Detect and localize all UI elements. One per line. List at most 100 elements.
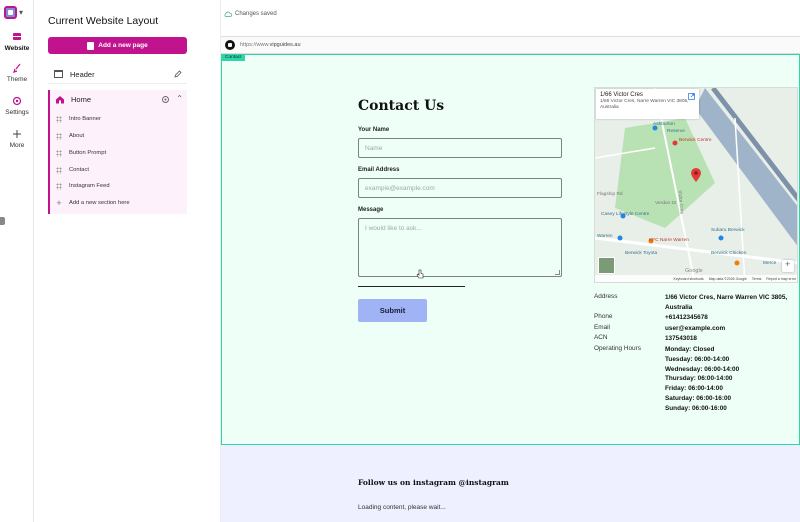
hours-line: Saturday: 06:00-16:00 (665, 394, 732, 402)
rail-item-website[interactable]: Website (0, 31, 34, 52)
map-place-address: 1/66 Victor Cres, Narre Warren VIC 3805,… (600, 99, 689, 110)
gear-icon (12, 96, 22, 106)
info-value: 1/66 Victor Cres, Narre Warren VIC 3805,… (665, 294, 788, 311)
info-key: Phone (594, 313, 613, 320)
drag-handle-icon[interactable] (56, 182, 62, 190)
map-pin-icon (691, 168, 701, 182)
rail-label: More (9, 142, 25, 149)
add-section-button[interactable]: + Add a new section here (50, 196, 187, 210)
map-footer-item[interactable]: Keyboard shortcuts (674, 277, 704, 281)
pencil-icon[interactable] (174, 70, 182, 78)
form-divider (358, 286, 465, 287)
map-label: Warren (597, 234, 613, 239)
header-icon (54, 70, 63, 78)
map-label: Casey Lifestyle Centre (601, 212, 650, 217)
map-label: Subaru Berwick (711, 228, 745, 233)
website-icon (13, 33, 21, 40)
drag-handle-icon[interactable] (56, 132, 62, 140)
left-rail: ▾ Website Theme Settings More (0, 0, 34, 522)
brush-icon (13, 63, 21, 73)
info-key: Address (594, 293, 618, 300)
instagram-loading-text: Loading content, please wait... (358, 504, 446, 511)
info-key: Operating Hours (594, 345, 641, 352)
map-footer: Keyboard shortcuts Map data ©2026 Google… (595, 275, 797, 282)
section-item-intro-banner[interactable]: Intro Banner (50, 112, 187, 126)
hours-line: Monday: Closed (665, 346, 715, 353)
email-input[interactable]: example@example.com (358, 178, 562, 198)
hours-line: Tuesday: 06:00-14:00 (665, 355, 730, 363)
map-label: KFC Narre Warren (649, 238, 689, 243)
section-label: Instagram Feed (69, 183, 110, 189)
map-label: Berwick Centre (679, 138, 712, 143)
site-favicon-icon (225, 40, 235, 50)
section-tag: Contact (222, 54, 245, 61)
section-item-about[interactable]: About (50, 129, 187, 143)
page-settings-icon[interactable] (161, 95, 170, 104)
save-status: Changes saved (224, 11, 277, 17)
map-label: Ashburton (653, 122, 675, 127)
map-label: Google (685, 268, 703, 274)
drag-handle-icon[interactable] (56, 149, 62, 157)
instagram-section[interactable]: Follow us on instagram @instagram Loadin… (221, 445, 800, 522)
section-item-instagram-feed[interactable]: Instagram Feed (50, 179, 187, 193)
contact-title: Contact Us (358, 98, 445, 114)
message-textarea[interactable]: I would like to ask... (358, 218, 562, 277)
info-key: ACN (594, 334, 608, 341)
resize-handle[interactable] (555, 270, 560, 275)
site-logo-icon (4, 5, 17, 19)
info-key: Email (594, 324, 610, 331)
rail-item-more[interactable]: More (0, 128, 34, 149)
map-label: Berwick Chicken (711, 251, 747, 256)
name-input[interactable]: Name (358, 138, 562, 158)
rail-item-settings[interactable]: Settings (0, 95, 34, 116)
drag-handle-icon[interactable] (56, 166, 62, 174)
save-status-text: Changes saved (235, 11, 277, 17)
rail-item-theme[interactable]: Theme (0, 62, 34, 83)
section-label: About (69, 133, 85, 139)
map-label: Merce (763, 261, 777, 266)
hours-line: Friday: 06:00-14:00 (665, 385, 723, 393)
site-switcher[interactable]: ▾ (4, 4, 28, 20)
info-value[interactable]: user@example.com (665, 324, 798, 334)
map-fullscreen-button[interactable] (782, 259, 794, 272)
map-place-name: 1/66 Victor Cres (600, 92, 643, 98)
contact-section[interactable]: Contact Contact Us Your Name Name Email … (221, 54, 800, 445)
message-label: Message (358, 207, 384, 213)
rail-label: Theme (6, 76, 28, 83)
section-label: Contact (69, 167, 89, 173)
url-text[interactable]: https://www.vipguides.au (240, 42, 301, 48)
map-footer-item: Map data ©2026 Google (708, 276, 747, 281)
hours-line: Sunday: 06:00-16:00 (665, 404, 727, 412)
add-page-label: Add a new page (98, 42, 148, 49)
map-footer-item[interactable]: Report a map error (766, 277, 796, 281)
submit-button[interactable]: Submit (358, 299, 427, 322)
drag-handle-icon[interactable] (56, 115, 62, 123)
chevron-up-icon[interactable]: ⌃ (176, 94, 183, 103)
open-in-new-icon[interactable] (688, 93, 695, 100)
panel-title: Current Website Layout (48, 15, 159, 27)
map-footer-item[interactable]: Terms (752, 277, 762, 281)
plus-icon: + (56, 198, 62, 208)
map-label: Reserve (667, 129, 685, 134)
home-label: Home (71, 95, 92, 104)
chevron-down-icon: ▾ (19, 7, 24, 17)
home-page-row[interactable]: Home ⌃ (50, 92, 187, 107)
map-layer-toggle[interactable] (598, 257, 615, 274)
header-row[interactable]: Header (48, 65, 187, 84)
add-page-button[interactable]: Add a new page (48, 37, 187, 54)
name-label: Your Name (358, 127, 390, 133)
section-item-contact[interactable]: Contact (50, 163, 187, 177)
map-place-card: 1/66 Victor Cres 1/66 Victor Cres, Narre… (596, 89, 699, 119)
location-map[interactable]: 1/66 Victor Cres 1/66 Victor Cres, Narre… (594, 87, 798, 283)
site-preview: https://www.vipguides.au Contact Contact… (221, 36, 800, 522)
info-value[interactable]: +61412345678 (665, 313, 798, 323)
instagram-title: Follow us on instagram @instagram (358, 478, 509, 487)
map-label: Flagship Rd (597, 192, 623, 197)
section-item-button-prompt[interactable]: Button Prompt (50, 146, 187, 160)
collapse-handle[interactable] (0, 217, 5, 225)
plus-icon (13, 130, 21, 138)
hours-line: Wednesday: 06:00-14:00 (665, 365, 740, 373)
cloud-check-icon (224, 11, 232, 17)
rail-label: Settings (5, 109, 29, 116)
page-icon (87, 41, 95, 50)
